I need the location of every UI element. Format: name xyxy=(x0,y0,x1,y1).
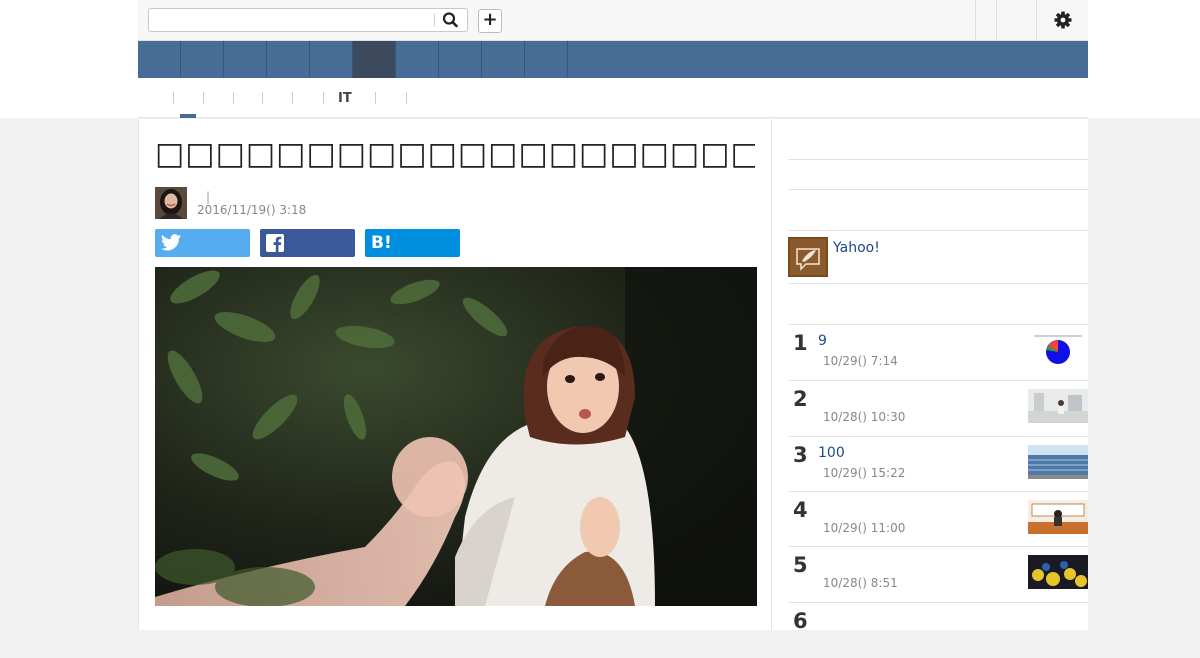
toolbar-divider xyxy=(996,0,997,40)
subnav-item[interactable] xyxy=(240,91,256,105)
subnav-item[interactable] xyxy=(382,91,398,105)
nav-item[interactable] xyxy=(224,41,267,78)
facebook-share-button[interactable] xyxy=(260,229,355,257)
subnav-divider xyxy=(233,92,234,104)
hero-image xyxy=(155,267,757,606)
nav-item[interactable] xyxy=(138,41,181,78)
rank-number: 3 xyxy=(793,443,808,467)
rank-number: 2 xyxy=(793,387,808,411)
rank-number: 1 xyxy=(793,331,808,355)
avatar[interactable] xyxy=(155,187,187,219)
subnav-divider xyxy=(323,92,324,104)
subnav-item[interactable] xyxy=(210,91,226,105)
category-nav xyxy=(138,41,1088,78)
sub-nav: IT xyxy=(138,78,1088,118)
nav-item[interactable] xyxy=(181,41,224,78)
rank-date: 10/29() 15:22 xyxy=(823,466,906,480)
nav-item[interactable] xyxy=(267,41,310,78)
crowd-thumbnail[interactable] xyxy=(1028,555,1088,589)
sidebar-divider xyxy=(788,230,1088,231)
nav-item-active[interactable] xyxy=(353,41,396,78)
ranking-item[interactable]: 3 100 10/29() 15:22 xyxy=(788,437,1088,492)
sidebar-divider xyxy=(788,189,1088,190)
hallway-thumbnail[interactable] xyxy=(1028,389,1088,423)
nav-item[interactable] xyxy=(525,41,568,78)
rank-number: 5 xyxy=(793,553,808,577)
nav-item[interactable] xyxy=(482,41,525,78)
publish-date: 2016/11/19() 3:18 xyxy=(197,203,307,217)
ranking-item[interactable]: 6 xyxy=(788,603,1088,658)
subnav-item[interactable] xyxy=(180,91,196,105)
rank-date: 10/28() 10:30 xyxy=(823,410,906,424)
rank-date: 10/29() 11:00 xyxy=(823,521,906,535)
subnav-divider xyxy=(203,92,204,104)
nav-item[interactable] xyxy=(396,41,439,78)
author-separator: | xyxy=(206,190,211,204)
feather-quill-icon[interactable] xyxy=(788,237,828,277)
sidebar: Yahoo! 1 9 10/29() 7:14 2 10/28() 10:30 … xyxy=(772,119,1088,633)
subnav-divider xyxy=(173,92,174,104)
rank-title[interactable]: 9 xyxy=(818,333,827,349)
search-icon[interactable] xyxy=(441,11,461,29)
rank-title[interactable]: 100 xyxy=(818,445,845,461)
subnav-divider xyxy=(375,92,376,104)
rank-date: 10/29() 7:14 xyxy=(823,354,898,368)
sidebar-divider xyxy=(788,159,1088,160)
building-thumbnail[interactable] xyxy=(1028,445,1088,479)
rank-number: 4 xyxy=(793,498,808,522)
subnav-divider xyxy=(406,92,407,104)
toolbar-divider xyxy=(975,0,976,40)
search-input[interactable] xyxy=(153,10,437,32)
rank-date: 10/28() 8:51 xyxy=(823,576,898,590)
subnav-item[interactable] xyxy=(299,91,315,105)
promo-link[interactable]: Yahoo! xyxy=(833,240,880,256)
toolbar-divider xyxy=(1036,0,1037,40)
rank-number: 6 xyxy=(793,609,808,633)
add-button[interactable]: + xyxy=(478,9,502,33)
sidebar-divider xyxy=(788,283,1088,284)
facebook-icon xyxy=(266,234,284,256)
ranking-item[interactable]: 1 9 10/29() 7:14 xyxy=(788,325,1088,380)
ranking-item[interactable]: 5 10/28() 8:51 xyxy=(788,547,1088,602)
search-box xyxy=(148,8,468,32)
ranking-item[interactable]: 4 10/29() 11:00 xyxy=(788,492,1088,547)
ranking-item[interactable]: 2 10/28() 10:30 xyxy=(788,381,1088,436)
hatena-icon: B! xyxy=(371,233,392,253)
subnav-item-it[interactable]: IT xyxy=(338,91,352,106)
twitter-icon xyxy=(161,234,181,255)
subnav-item[interactable] xyxy=(269,91,285,105)
nav-item[interactable] xyxy=(310,41,353,78)
twitter-share-button[interactable] xyxy=(155,229,250,257)
top-toolbar: + xyxy=(138,0,1088,41)
search-separator xyxy=(434,14,435,26)
subnav-divider xyxy=(262,92,263,104)
plus-icon: + xyxy=(482,9,498,30)
gear-icon[interactable] xyxy=(1053,10,1073,30)
article: □□□□□□□□□□□□□□□□□□□□□□□□□□□□□□□□□□□□□□□ … xyxy=(138,119,772,630)
subnav-divider xyxy=(292,92,293,104)
article-title: □□□□□□□□□□□□□□□□□□□□□□□□□□□□□□□□□□□□□□□ xyxy=(155,136,755,172)
nav-item[interactable] xyxy=(439,41,482,78)
classroom-thumbnail[interactable] xyxy=(1028,500,1088,534)
pie-chart-thumbnail[interactable] xyxy=(1028,333,1088,367)
hatena-bookmark-button[interactable]: B! xyxy=(365,229,460,257)
subnav-active-indicator xyxy=(180,114,196,118)
